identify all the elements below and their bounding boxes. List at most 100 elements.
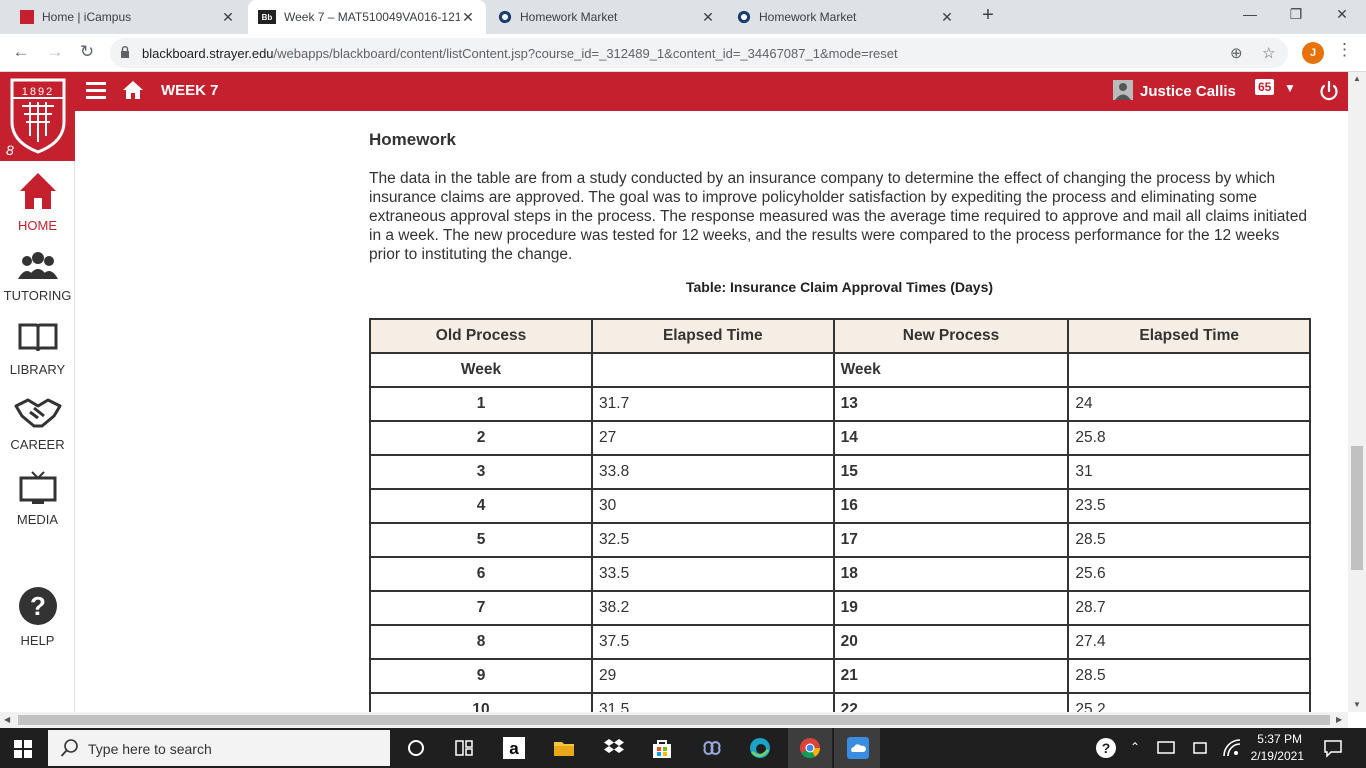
sidebar-item-help[interactable]: ? HELP	[0, 586, 75, 648]
infinity-app-icon[interactable]	[700, 736, 724, 760]
close-icon[interactable]: ✕	[700, 9, 716, 26]
dropbox-icon[interactable]	[602, 736, 626, 760]
edge-icon[interactable]	[748, 736, 772, 760]
sidebar-item-label: LIBRARY	[9, 362, 66, 377]
cortana-icon[interactable]	[404, 736, 428, 760]
scroll-right-icon[interactable]: ▶	[1336, 715, 1342, 724]
close-icon[interactable]: ✕	[220, 9, 236, 26]
tab-icampus[interactable]: Home | iCampus ✕	[0, 0, 246, 34]
user-name[interactable]: Justice Callis	[1140, 83, 1236, 100]
table-cell: 29	[591, 658, 835, 694]
taskbar-search-input[interactable]: Type here to search	[48, 730, 390, 766]
table-cell	[1067, 352, 1311, 388]
table-cell: 31	[1067, 454, 1311, 490]
store-icon[interactable]	[650, 736, 674, 760]
tab-homework-market-1[interactable]: Homework Market ✕	[488, 0, 726, 34]
file-explorer-icon[interactable]	[552, 736, 576, 760]
table-cell: 22	[832, 692, 1070, 712]
table-cell: 27	[591, 420, 835, 456]
monitor-tray-icon[interactable]	[1156, 736, 1176, 760]
main-content: Homework The data in the table are from …	[76, 111, 1348, 712]
bookmark-star-icon[interactable]: ☆	[1262, 44, 1275, 62]
table-cell: 20	[832, 624, 1070, 660]
profile-avatar[interactable]: J	[1302, 42, 1324, 64]
search-icon	[60, 739, 78, 757]
clock-date[interactable]: 2/19/2021	[1246, 749, 1304, 763]
table-row: 1 31.7 13 24	[368, 386, 1311, 422]
sidebar-item-library[interactable]: LIBRARY	[0, 321, 75, 377]
tab-homework-market-2[interactable]: Homework Market ✕	[727, 0, 965, 34]
power-icon[interactable]	[1318, 80, 1340, 102]
minimize-icon[interactable]: —	[1240, 6, 1260, 22]
scroll-up-icon[interactable]: ▲	[1353, 74, 1361, 83]
svg-text:1892: 1892	[22, 86, 54, 98]
week-title[interactable]: WEEK 7	[161, 82, 219, 99]
forward-icon[interactable]: →	[44, 42, 66, 62]
table-cell: 6	[368, 556, 594, 592]
url-text: blackboard.strayer.edu/webapps/blackboar…	[142, 46, 898, 61]
table-cell: 4	[368, 488, 594, 524]
table-cell: 16	[832, 488, 1070, 524]
tab-week7[interactable]: Bb Week 7 – MAT510049VA016-121 ✕	[248, 0, 486, 34]
scroll-down-icon[interactable]: ▼	[1353, 700, 1361, 709]
table-cell: 33.8	[591, 454, 835, 490]
sidebar-item-label: CAREER	[10, 437, 65, 452]
sidebar-item-media[interactable]: MEDIA	[0, 471, 75, 527]
help-tray-icon[interactable]: ?	[1094, 736, 1118, 760]
hamburger-menu-icon[interactable]	[86, 82, 106, 100]
close-icon[interactable]: ✕	[460, 9, 476, 26]
table-row: 9 29 21 28.5	[368, 658, 1311, 694]
chrome-icon[interactable]	[798, 736, 822, 760]
clock-time[interactable]: 5:37 PM	[1250, 732, 1302, 746]
windows-start-icon[interactable]	[14, 740, 32, 758]
page-title: Homework	[369, 130, 456, 149]
notification-badge[interactable]: 65	[1255, 79, 1275, 95]
new-tab-icon[interactable]: +	[978, 4, 998, 27]
table-row: 10 31.5 22 25.2	[368, 692, 1311, 712]
table-cell: 38.2	[591, 590, 835, 626]
notifications-icon[interactable]	[1322, 736, 1344, 760]
close-window-icon[interactable]: ✕	[1332, 6, 1352, 23]
sidebar-item-home[interactable]: HOME	[0, 171, 75, 233]
restore-icon[interactable]: ❐	[1286, 6, 1306, 23]
table-cell: 28.7	[1067, 590, 1311, 626]
amazon-icon[interactable]: a	[502, 736, 526, 760]
avatar[interactable]	[1113, 80, 1133, 100]
column-header: Elapsed Time	[591, 318, 835, 354]
horizontal-scroll-thumb[interactable]	[18, 715, 1330, 725]
horizontal-scrollbar[interactable]: ◀ ▶	[0, 712, 1348, 728]
university-logo[interactable]: 1892 8	[0, 72, 75, 161]
close-icon[interactable]: ✕	[939, 9, 955, 26]
scroll-left-icon[interactable]: ◀	[4, 715, 10, 724]
tab-title: Homework Market	[759, 10, 857, 24]
homework-market-icon	[498, 10, 512, 24]
sidebar-item-tutoring[interactable]: TUTORING	[0, 251, 75, 303]
table-cell: 5	[368, 522, 594, 558]
vertical-scrollbar[interactable]: ▲ ▼	[1348, 72, 1366, 712]
home-icon	[19, 173, 56, 209]
sidebar-item-career[interactable]: CAREER	[0, 396, 75, 452]
tab-title: Homework Market	[520, 10, 618, 24]
table-cell: 1	[368, 386, 594, 422]
browser-toolbar: ← → ↻ blackboard.strayer.edu/webapps/bla…	[0, 34, 1366, 72]
browser-menu-icon[interactable]: ⋮	[1336, 40, 1353, 60]
task-view-icon[interactable]	[452, 736, 476, 760]
cloud-app-icon[interactable]	[846, 736, 870, 760]
column-header: Old Process	[368, 318, 594, 354]
browser-tab-strip: Home | iCampus ✕ Bb Week 7 – MAT510049VA…	[0, 0, 1366, 34]
home-icon[interactable]	[122, 80, 144, 100]
sidebar-item-label: MEDIA	[16, 512, 59, 527]
address-bar[interactable]: blackboard.strayer.edu/webapps/blackboar…	[110, 38, 1288, 68]
table-cell: 10	[368, 692, 594, 712]
wifi-icon[interactable]	[1222, 736, 1244, 760]
vertical-scroll-thumb[interactable]	[1351, 446, 1363, 570]
windows-taskbar: Type here to search a ? ⌃ 5:37 PM 2/19/2…	[0, 728, 1366, 768]
chevron-down-icon[interactable]: ▼	[1284, 81, 1296, 95]
reload-icon[interactable]: ↻	[76, 42, 98, 62]
table-cell: 2	[368, 420, 594, 456]
zoom-icon[interactable]: ⊕	[1230, 44, 1243, 62]
battery-icon[interactable]	[1190, 736, 1210, 760]
table-cell	[591, 352, 835, 388]
back-icon[interactable]: ←	[10, 42, 32, 62]
chevron-up-icon[interactable]: ⌃	[1130, 740, 1140, 754]
